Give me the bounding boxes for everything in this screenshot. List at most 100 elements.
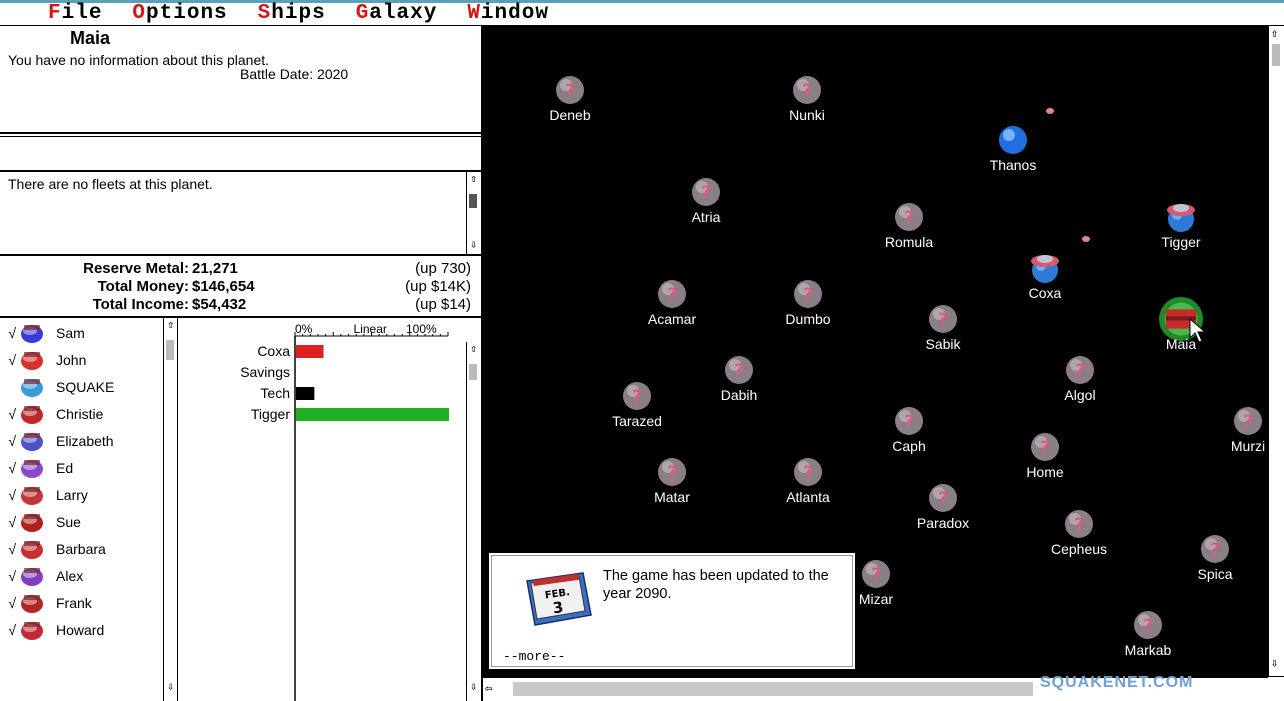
planet-atria[interactable]: ? Atria (666, 176, 746, 232)
chart-scrollbar[interactable]: ⇧ ⇩ (466, 342, 480, 701)
svg-text:?: ? (871, 565, 881, 585)
checkmark-icon[interactable]: √ (0, 487, 16, 503)
scroll-up-arrow-icon[interactable]: ⇧ (467, 342, 480, 356)
checkmark-icon[interactable]: √ (0, 433, 16, 449)
planet-home[interactable]: ? Home (1005, 431, 1085, 487)
player-name: Larry (56, 487, 88, 503)
menu-options[interactable]: Options (132, 2, 227, 25)
planet-atlanta[interactable]: ? Atlanta (768, 456, 848, 512)
planet-tigger[interactable]: Tigger (1141, 201, 1221, 257)
fleet-marker-icon[interactable] (1046, 108, 1054, 114)
planet-thanos[interactable]: Thanos (973, 124, 1053, 180)
owned-planet-icon (1031, 255, 1059, 283)
planet-dumbo[interactable]: ? Dumbo (768, 278, 848, 334)
player-avatar-icon (21, 568, 43, 586)
scroll-down-arrow-icon[interactable]: ⇩ (164, 680, 177, 694)
planet-label: Romula (884, 234, 934, 250)
fleet-status-text: There are no fleets at this planet. (8, 176, 213, 192)
menu-file[interactable]: File (48, 2, 102, 25)
planet-name: Maia (70, 28, 111, 48)
player-row[interactable]: √ Christie (0, 401, 165, 427)
player-row[interactable]: √ Frank (0, 590, 165, 616)
message-dialog[interactable]: FEB. 3 The game has been updated to the … (487, 551, 857, 671)
menu-accelerator: G (355, 2, 370, 25)
scroll-up-arrow-icon[interactable]: ⇧ (467, 172, 480, 186)
player-row[interactable]: √ Sue (0, 509, 165, 535)
player-avatar-icon (21, 406, 43, 424)
allocation-chart: 0% Linear 100% Coxa Savings Tech Tigger (240, 322, 449, 701)
battle-date: Battle Date: 2020 (240, 66, 349, 82)
scroll-up-arrow-icon[interactable]: ⇧ (164, 318, 177, 332)
planet-maia[interactable]: Maia (1141, 297, 1221, 359)
planet-label: Matar (654, 489, 690, 505)
planet-caph[interactable]: ? Caph (869, 405, 949, 461)
checkmark-icon[interactable]: √ (0, 568, 16, 584)
planet-spica[interactable]: ? Spica (1175, 533, 1255, 589)
player-row[interactable]: √ Barbara (0, 536, 165, 562)
planet-dabih[interactable]: ? Dabih (699, 354, 779, 410)
scroll-down-arrow-icon[interactable]: ⇩ (467, 238, 480, 252)
planet-paradox[interactable]: ? Paradox (903, 482, 983, 538)
scroll-left-arrow-icon[interactable]: ⇦ (485, 681, 492, 695)
chart-category-label: Tigger (251, 406, 291, 422)
player-name: Ed (56, 460, 74, 476)
player-row[interactable]: √ Larry (0, 482, 165, 508)
planet-sabik[interactable]: ? Sabik (903, 303, 983, 359)
scroll-thumb[interactable] (1272, 44, 1280, 66)
unknown-planet-icon: ? (794, 280, 822, 308)
player-list-scrollbar[interactable]: ⇧ ⇩ (163, 318, 177, 701)
scroll-down-arrow-icon[interactable]: ⇩ (467, 680, 480, 694)
checkmark-icon[interactable]: √ (0, 514, 16, 530)
player-row[interactable]: √ Ed (0, 455, 165, 481)
unknown-planet-icon: ? (692, 178, 720, 206)
checkmark-icon[interactable]: √ (0, 460, 16, 476)
svg-text:?: ? (667, 285, 677, 305)
player-avatar-icon (21, 514, 43, 532)
menu-ships[interactable]: Ships (258, 2, 326, 25)
checkmark-icon[interactable]: √ (0, 622, 16, 638)
divider (0, 132, 481, 137)
planet-coxa[interactable]: Coxa (1005, 252, 1085, 308)
player-row[interactable]: √ Alex (0, 563, 165, 589)
galaxy-vertical-scrollbar[interactable]: ⇧ ⇩ (1268, 26, 1284, 676)
scroll-up-arrow-icon[interactable]: ⇧ (1271, 26, 1278, 40)
planet-cepheus[interactable]: ? Cepheus (1039, 508, 1119, 564)
player-row[interactable]: √ John (0, 347, 165, 373)
player-avatar-icon (21, 379, 43, 397)
planet-tarazed[interactable]: ? Tarazed (597, 380, 677, 436)
more-link[interactable]: --more-- (503, 649, 565, 664)
checkmark-icon[interactable]: √ (0, 595, 16, 611)
player-row[interactable]: √ Sam (0, 320, 165, 346)
planet-nunki[interactable]: ? Nunki (767, 74, 847, 130)
scroll-thumb[interactable] (469, 194, 477, 208)
planet-matar[interactable]: ? Matar (632, 456, 712, 512)
player-list: √ Sam √ John SQUAKE √ Christie √ Elizabeth √ Ed √ La… (0, 318, 178, 701)
checkmark-icon[interactable]: √ (0, 406, 16, 422)
scroll-down-arrow-icon[interactable]: ⇩ (1271, 656, 1278, 670)
scroll-track[interactable] (513, 682, 1033, 696)
player-row[interactable]: √ Howard (0, 617, 165, 643)
planet-markab[interactable]: ? Markab (1108, 609, 1188, 665)
menu-galaxy[interactable]: Galaxy (356, 2, 438, 25)
checkmark-icon[interactable]: √ (0, 325, 16, 341)
chart-panel: 0% Linear 100% Coxa Savings Tech Tigger ⇧ ⇩ (178, 318, 481, 701)
player-row[interactable]: SQUAKE (0, 374, 165, 400)
fleet-marker-icon[interactable] (1082, 236, 1090, 242)
planet-label: Atria (691, 209, 721, 225)
checkmark-icon[interactable]: √ (0, 541, 16, 557)
unknown-planet-icon: ? (895, 203, 923, 231)
fleet-scrollbar[interactable]: ⇧ ⇩ (466, 172, 480, 254)
planet-algol[interactable]: ? Algol (1040, 354, 1120, 410)
planet-deneb[interactable]: ? Deneb (530, 74, 610, 130)
svg-text:?: ? (803, 285, 813, 305)
checkmark-icon[interactable]: √ (0, 352, 16, 368)
stat-label: Total Money: (97, 278, 189, 295)
planet-romula[interactable]: ? Romula (869, 201, 949, 257)
menu-window[interactable]: Window (467, 2, 549, 25)
svg-text:?: ? (904, 208, 914, 228)
planet-acamar[interactable]: ? Acamar (632, 278, 712, 334)
planet-label: Coxa (1028, 285, 1062, 301)
player-row[interactable]: √ Elizabeth (0, 428, 165, 454)
scroll-thumb[interactable] (469, 364, 477, 380)
scroll-thumb[interactable] (166, 340, 174, 360)
